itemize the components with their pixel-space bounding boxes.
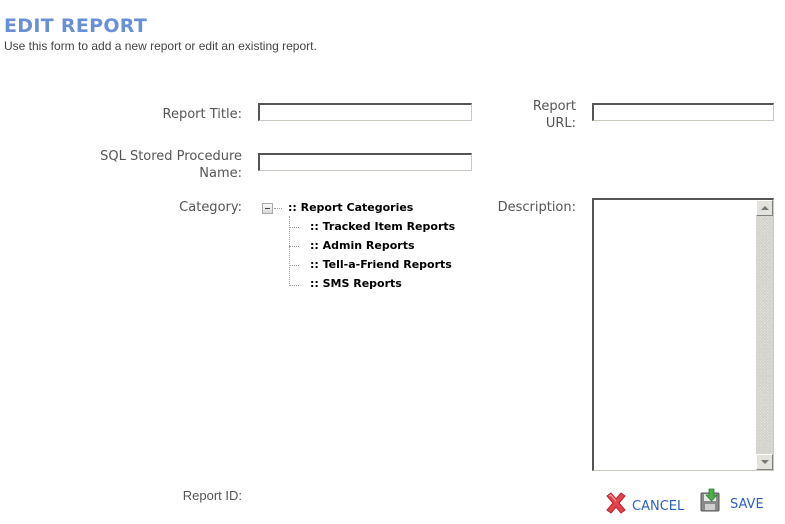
report-url-field[interactable]: [592, 103, 774, 124]
page-subtitle: Use this form to add a new report or edi…: [4, 39, 317, 53]
tree-connector: [289, 227, 299, 228]
save-button[interactable]: SAVE: [700, 488, 764, 512]
description-label: Description:: [497, 200, 576, 215]
description-textarea[interactable]: [594, 200, 756, 470]
sql-proc-label: SQL Stored Procedure Name:: [60, 148, 242, 182]
tree-child-node[interactable]: :: SMS Reports: [310, 277, 402, 290]
sql-proc-input[interactable]: [260, 158, 471, 174]
tree-connector: [274, 208, 282, 209]
tree-child-node[interactable]: :: Tracked Item Reports: [310, 220, 455, 233]
cancel-label: CANCEL: [632, 499, 685, 514]
cancel-x-icon: [606, 492, 626, 514]
report-id-label: Report ID:: [182, 488, 242, 503]
tree-root-node[interactable]: :: Report Categories: [288, 201, 413, 214]
sql-proc-label-line1: SQL Stored Procedure: [100, 149, 242, 164]
page-title: EDIT REPORT: [4, 15, 148, 37]
collapse-toggle-icon[interactable]: [262, 203, 273, 214]
category-label: Category:: [179, 200, 242, 215]
report-url-input[interactable]: [594, 108, 773, 124]
report-url-label: Report URL:: [500, 98, 576, 132]
report-title-label: Report Title:: [162, 107, 242, 122]
report-url-label-line2: URL:: [545, 116, 576, 131]
tree-connector: [289, 246, 299, 247]
scroll-up-arrow-icon[interactable]: [756, 200, 773, 216]
cancel-button[interactable]: CANCEL: [604, 492, 684, 514]
tree-child-node[interactable]: :: Admin Reports: [310, 239, 415, 252]
report-url-label-line1: Report: [532, 99, 576, 114]
description-scrollbar[interactable]: [756, 200, 773, 470]
sql-proc-field[interactable]: [258, 153, 472, 174]
tree-connector: [289, 285, 299, 286]
tree-child-node[interactable]: :: Tell-a-Friend Reports: [310, 258, 452, 271]
sql-proc-label-line2: Name:: [199, 166, 242, 181]
report-title-input[interactable]: [260, 108, 471, 124]
scroll-down-arrow-icon[interactable]: [756, 454, 773, 470]
tree-connector: [289, 265, 299, 266]
save-floppy-icon: [700, 488, 720, 512]
description-field[interactable]: [592, 198, 774, 471]
save-label: SAVE: [730, 497, 764, 512]
report-title-field[interactable]: [258, 103, 472, 124]
